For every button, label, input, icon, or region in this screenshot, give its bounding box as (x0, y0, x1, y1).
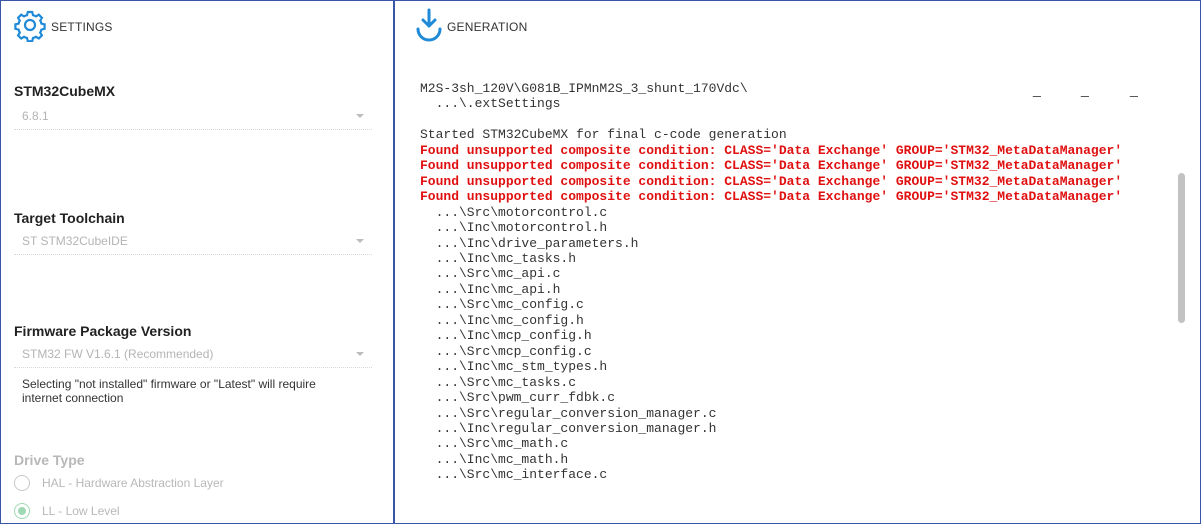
scrollbar-thumb[interactable] (1178, 173, 1185, 323)
log-line-error: Found unsupported composite condition: C… (420, 173, 1123, 189)
download-icon (415, 8, 443, 45)
log-line: ...\Src\mc_interface.c (420, 467, 608, 483)
log-line: ...\Src\mc_tasks.c (420, 374, 577, 390)
toolchain-select[interactable]: ST STM32CubeIDE (14, 228, 372, 255)
log-line: ...\Inc\mc_api.h (420, 281, 561, 297)
log-line: ...\Inc\regular_conversion_manager.h (420, 420, 717, 436)
stm32cubemx-version-select[interactable]: 6.8.1 (14, 103, 372, 130)
stm32cubemx-title: STM32CubeMX (14, 83, 116, 99)
log-line: M2S-3sh_120V\G081B_IPMnM2S_3_shunt_170Vd… (420, 81, 748, 96)
radio-ll[interactable]: LL - Low Level (14, 503, 120, 519)
stm32cubemx-version-value: 6.8.1 (22, 109, 49, 123)
gear-icon (13, 8, 47, 45)
log-line-error: Found unsupported composite condition: C… (420, 142, 1123, 158)
log-line: ...\Inc\motorcontrol.h (420, 220, 608, 236)
drive-type-title: Drive Type (14, 452, 85, 468)
chevron-down-icon (356, 114, 364, 118)
radio-ll-label: LL - Low Level (42, 504, 120, 518)
log-line: ...\.extSettings (420, 96, 561, 112)
settings-panel: SETTINGS STM32CubeMX 6.8.1 Target Toolch… (1, 1, 393, 523)
log-line: ...\Src\motorcontrol.c (420, 204, 608, 220)
log-line: ...\Inc\mc_math.h (420, 451, 569, 467)
firmware-version-value: STM32 FW V1.6.1 (Recommended) (22, 347, 214, 361)
firmware-note: Selecting "not installed" firmware or "L… (22, 377, 316, 405)
generation-header: GENERATION (415, 8, 527, 45)
toolchain-value: ST STM32CubeIDE (22, 234, 128, 248)
log-line: Started STM32CubeMX for final c-code gen… (420, 127, 787, 143)
firmware-version-select[interactable]: STM32 FW V1.6.1 (Recommended) (14, 341, 372, 368)
firmware-title: Firmware Package Version (14, 323, 192, 339)
generation-panel: GENERATION _ _ _ M2S-3sh_120V\G081B_IPMn… (395, 1, 1200, 523)
log-line: ...\Inc\mcp_config.h (420, 328, 592, 344)
log-line: ...\Inc\mc_tasks.h (420, 250, 577, 266)
log-line: ...\Inc\mc_config.h (420, 312, 584, 328)
chevron-down-icon (356, 352, 364, 356)
log-line: ...\Src\regular_conversion_manager.c (420, 405, 717, 421)
toolchain-title: Target Toolchain (14, 210, 125, 226)
chevron-down-icon (356, 239, 364, 243)
radio-circle (14, 475, 30, 491)
log-line: ...\Src\mc_config.c (420, 297, 584, 313)
log-line-error: Found unsupported composite condition: C… (420, 189, 1123, 205)
log-line: ...\Src\mc_math.c (420, 436, 569, 452)
radio-hal[interactable]: HAL - Hardware Abstraction Layer (14, 475, 224, 491)
radio-hal-label: HAL - Hardware Abstraction Layer (42, 476, 224, 490)
log-line: ...\Src\pwm_curr_fdbk.c (420, 390, 616, 406)
log-line: ...\Src\mcp_config.c (420, 343, 592, 359)
generation-log: M2S-3sh_120V\G081B_IPMnM2S_3_shunt_170Vd… (420, 81, 1175, 485)
radio-circle-selected (14, 503, 30, 519)
log-scrollbar[interactable] (1178, 79, 1186, 489)
log-line: ...\Inc\mc_stm_types.h (420, 359, 608, 375)
settings-header-label: SETTINGS (51, 19, 113, 34)
log-line: ...\Inc\drive_parameters.h (420, 235, 639, 251)
log-line-error: Found unsupported composite condition: C… (420, 158, 1123, 174)
log-line: ...\Src\mc_api.c (420, 266, 561, 282)
generation-header-label: GENERATION (447, 19, 528, 34)
settings-header: SETTINGS (13, 8, 113, 45)
